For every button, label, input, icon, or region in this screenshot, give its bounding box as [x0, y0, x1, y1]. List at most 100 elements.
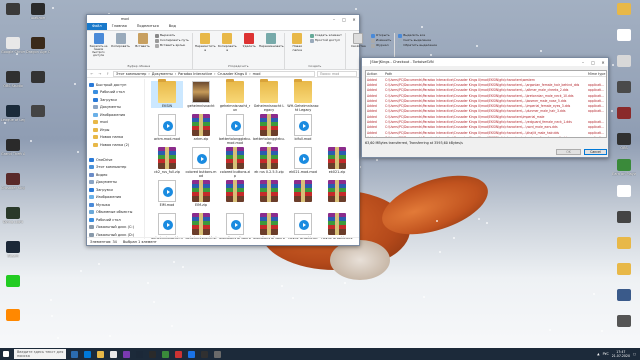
sidebar-item[interactable]: Загрузки	[87, 96, 144, 104]
taskbar-app-button[interactable]	[172, 348, 185, 360]
desktop-shortcut[interactable]: Google Chrome	[1, 37, 25, 54]
file-item[interactable]: guardians of azeroth.zip	[253, 213, 285, 239]
desktop-shortcut[interactable]	[612, 315, 636, 328]
move-to-button[interactable]: Переместить в	[195, 33, 216, 52]
cancel-button[interactable]: Cancel	[584, 149, 607, 155]
taskbar-app-button[interactable]	[198, 348, 211, 360]
file-item[interactable]: bettertolongglebu.zip	[253, 114, 285, 145]
taskbar-app-button[interactable]	[120, 348, 133, 360]
desktop-shortcut[interactable]	[26, 71, 50, 84]
sidebar-item[interactable]: Новая папка (2)	[87, 141, 144, 149]
sidebar-item[interactable]: Музыка	[87, 201, 144, 209]
taskbar-search-input[interactable]: Введите здесь текст для поиска	[14, 349, 66, 359]
properties-button[interactable]: Свойства	[349, 33, 368, 49]
desktop-shortcut[interactable]	[612, 55, 636, 68]
desktop-shortcut[interactable]: Crusader Kings II	[1, 173, 25, 190]
list-row[interactable]: Added C:\Users\PC\Documents\Paradox Inter…	[366, 135, 606, 137]
taskbar-app-button[interactable]	[133, 348, 146, 360]
network-icon[interactable]: ▲	[597, 352, 599, 356]
taskbar-app-button[interactable]	[107, 348, 120, 360]
list-row[interactable]: Added C:\Users\PC\Documents\Paradox Inter…	[366, 119, 606, 124]
desktop-shortcut[interactable]	[612, 185, 636, 198]
desktop-shortcut[interactable]	[1, 3, 25, 16]
folder-item[interactable]: Geheimnisnacht Legacy	[253, 79, 285, 112]
file-item[interactable]: colored buttons.mod	[185, 147, 217, 178]
close-button[interactable]: ✕	[598, 58, 608, 66]
breadcrumb-item[interactable]: Этот компьютер	[116, 72, 146, 76]
ok-button[interactable]: OK	[556, 149, 581, 155]
invert-selection-button[interactable]: Обратить выделение	[398, 43, 437, 48]
sidebar-item[interactable]: Рабочий стол	[87, 89, 144, 97]
desktop-shortcut[interactable]: League of Legends	[1, 105, 25, 122]
desktop-shortcut[interactable]: Dying Light	[1, 207, 25, 224]
tab-file[interactable]: Файл	[87, 23, 107, 30]
file-item[interactable]: colored buttons.zip	[219, 147, 251, 178]
desktop-shortcut[interactable]: Earn on Playwork	[612, 159, 636, 176]
clock[interactable]: 17:47 21.07.2020	[612, 350, 630, 358]
new-folder-button[interactable]: Новая папка	[288, 33, 307, 52]
file-item[interactable]	[321, 180, 353, 203]
taskbar-app-button[interactable]	[81, 348, 94, 360]
close-button[interactable]: ✕	[349, 15, 359, 23]
desktop-shortcut[interactable]	[612, 263, 636, 276]
maximize-button[interactable]: □	[588, 58, 598, 66]
file-item[interactable]: EIM.mod	[151, 180, 183, 207]
file-item[interactable]: ek021.mod.mod	[287, 147, 319, 174]
sidebar-item[interactable]: Быстрый доступ	[87, 81, 144, 89]
file-item[interactable]: novus_graphicus.zip	[321, 213, 353, 239]
desktop-shortcut[interactable]	[1, 275, 25, 288]
desktop-shortcut[interactable]	[612, 289, 636, 302]
tab-view[interactable]: Вид	[164, 23, 181, 30]
desktop-shortcut[interactable]	[612, 237, 636, 250]
action-list[interactable]: Action Path Mime type Added C:\Users\PC\D…	[365, 70, 607, 138]
list-row[interactable]: Added C:\Users\PC\Documents\Paradox Inter…	[366, 82, 606, 87]
column-path[interactable]: Path	[385, 72, 588, 76]
list-row[interactable]: Added C:\Users\PC\Documents\Paradox Inter…	[366, 88, 606, 93]
file-item[interactable]: bifull.mod	[287, 114, 319, 141]
desktop-shortcut[interactable]	[612, 107, 636, 120]
list-row[interactable]: Added C:\Users\PC\Documents\Paradox Inter…	[366, 98, 606, 103]
tab-home[interactable]: Главная	[107, 23, 132, 30]
paste-shortcut-button[interactable]: Вставить ярлык	[155, 43, 189, 48]
list-row[interactable]: Added C:\Users\PC\Documents\Paradox Inter…	[366, 109, 606, 114]
delete-button[interactable]: Удалить	[240, 33, 259, 52]
breadcrumb-item[interactable]: Crusader Kings II	[218, 72, 248, 76]
file-item[interactable]: EIM.zip	[185, 180, 217, 207]
sidebar-item[interactable]: mod	[87, 119, 144, 127]
taskbar-app-button[interactable]	[185, 348, 198, 360]
desktop-shortcut[interactable]: Steam	[1, 241, 25, 258]
tab-share[interactable]: Поделиться	[132, 23, 164, 30]
maximize-button[interactable]: □	[339, 15, 349, 23]
file-item[interactable]: arkm.zip	[185, 114, 217, 141]
rename-button[interactable]: Переименовать	[259, 33, 284, 52]
sidebar-item[interactable]: Игры	[87, 126, 144, 134]
taskbar-app-button[interactable]	[68, 348, 81, 360]
desktop-shortcut[interactable]: OBS Studio	[1, 71, 25, 88]
copy-button[interactable]: Копировать	[111, 33, 130, 57]
file-item[interactable]	[253, 180, 285, 203]
taskbar-app-button[interactable]	[159, 348, 172, 360]
file-item[interactable]: geheimnisnacht.zip	[185, 213, 217, 239]
taskbar-app-button[interactable]	[94, 348, 107, 360]
sidebar-item[interactable]: Объемные объекты	[87, 209, 144, 217]
sidebar-item[interactable]: OneDrive	[87, 156, 144, 164]
list-row[interactable]: Added C:\Users\PC\Documents\Paradox Inter…	[366, 103, 606, 108]
file-item[interactable]: guardians of azeroth.mod.mod	[219, 213, 251, 239]
easy-access-button[interactable]: Простой доступ	[309, 38, 342, 43]
minimize-button[interactable]: –	[329, 15, 339, 23]
desktop-shortcut[interactable]: Dragon Age Origins	[26, 37, 50, 54]
breadcrumb-item[interactable]: mod	[253, 72, 261, 76]
list-row[interactable]: Added C:\Users\PC\Documents\Paradox Inter…	[366, 114, 606, 119]
file-item[interactable]: ck2_rus_full.zip	[151, 147, 183, 174]
list-row[interactable]: Added C:\Users\PC\Documents\Paradox Inter…	[366, 93, 606, 98]
history-button[interactable]: Журнал	[370, 43, 391, 48]
minimize-button[interactable]: –	[578, 58, 588, 66]
desktop-shortcut[interactable]	[612, 81, 636, 94]
sidebar-item[interactable]: Новая папка	[87, 134, 144, 142]
column-action[interactable]: Action	[366, 72, 385, 76]
list-row[interactable]: Added C:\Users\PC\Documents\Paradox Inter…	[366, 125, 606, 130]
desktop-shortcut[interactable]: Grand Theft Auto V	[1, 139, 25, 156]
sidebar-item[interactable]: Видео	[87, 171, 144, 179]
sidebar-item[interactable]: Изображения	[87, 194, 144, 202]
desktop-shortcut[interactable]	[1, 309, 25, 322]
